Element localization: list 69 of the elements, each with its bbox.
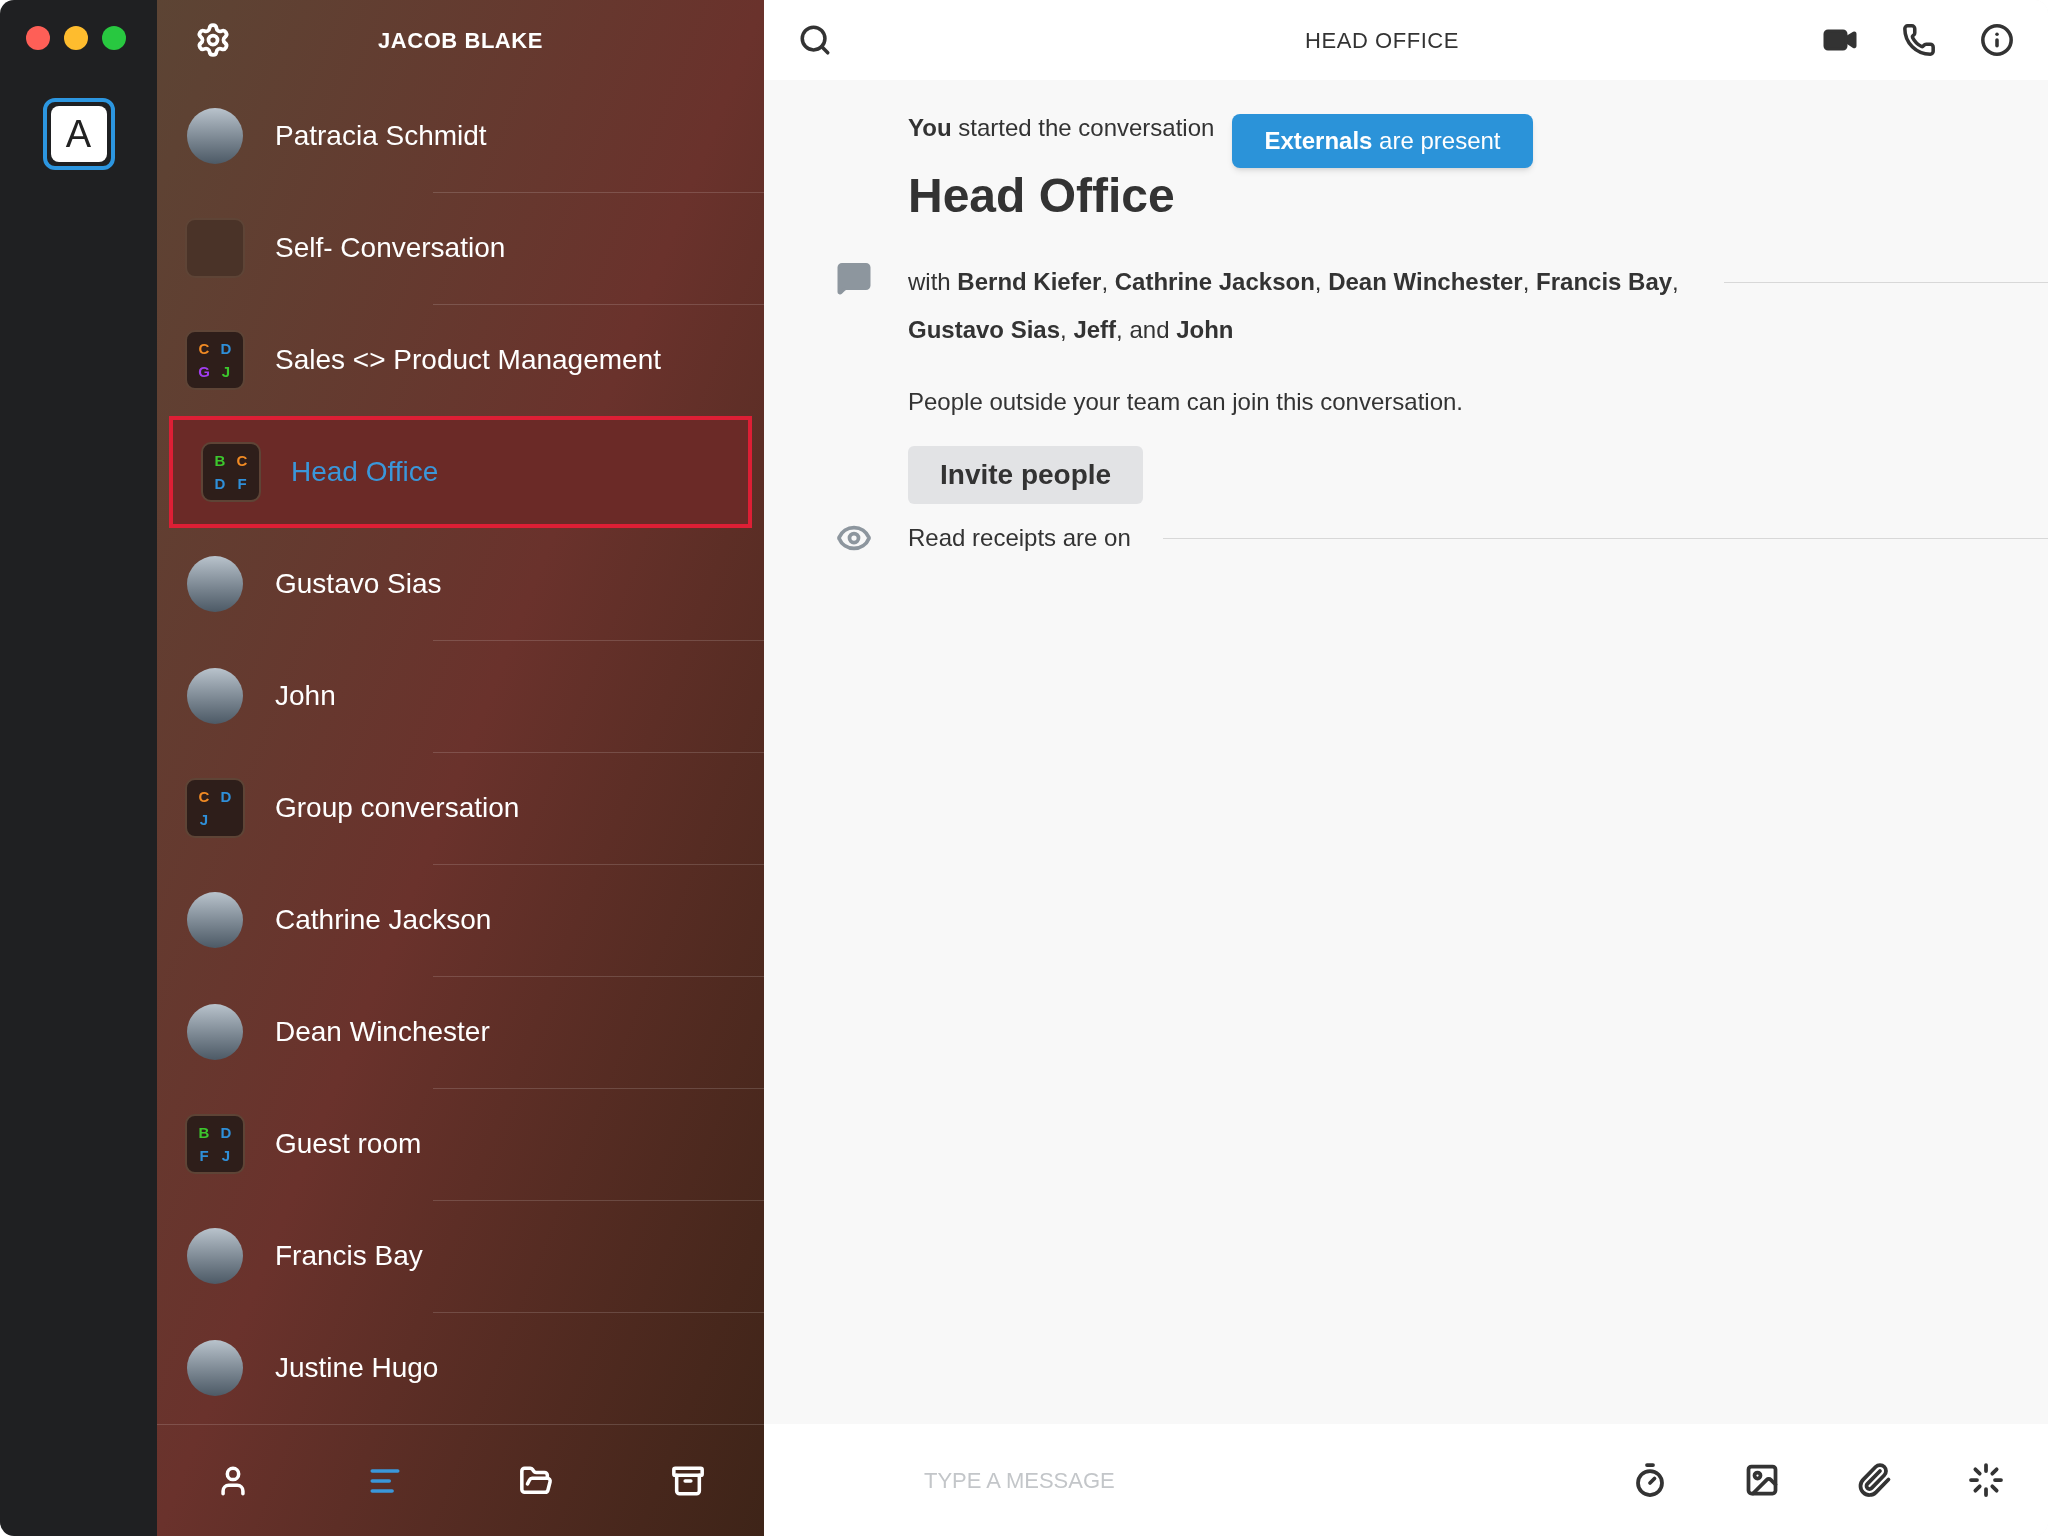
conversation-item[interactable]: C D G J Sales <> Product Management bbox=[157, 304, 764, 416]
avatar-photo-placeholder bbox=[187, 556, 243, 612]
conversation-item[interactable]: Gustavo Sias bbox=[157, 528, 764, 640]
guest-notice: People outside your team can join this conversation. bbox=[908, 387, 1464, 417]
conversation-name: Francis Bay bbox=[275, 1239, 423, 1273]
avatar-initial: B bbox=[198, 1123, 210, 1143]
conversation-start-text: You started the conversation bbox=[908, 113, 1215, 143]
avatar-initial: D bbox=[214, 473, 226, 494]
conversation-item[interactable]: Francis Bay bbox=[157, 1200, 764, 1312]
conversation-item[interactable]: Dean Winchester bbox=[157, 976, 764, 1088]
spinner-icon[interactable] bbox=[1968, 1462, 2004, 1498]
speech-bubble-icon bbox=[836, 260, 872, 296]
conversation-name: Guest room bbox=[275, 1127, 422, 1161]
conversation-name: Patracia Schmidt bbox=[275, 119, 487, 153]
read-receipts-text: Read receipts are on bbox=[908, 523, 1131, 553]
avatar-photo-placeholder bbox=[187, 892, 243, 948]
archive-icon[interactable] bbox=[671, 1463, 706, 1498]
conversation-item[interactable]: C D J Group conversation bbox=[157, 752, 764, 864]
phone-icon[interactable] bbox=[1902, 23, 1936, 57]
user-name: JACOB BLAKE bbox=[377, 26, 544, 55]
avatar-initial: G bbox=[198, 361, 210, 382]
avatar-initial: J bbox=[221, 361, 231, 382]
avatar-initial: F bbox=[237, 473, 247, 494]
close-window-icon[interactable] bbox=[26, 26, 50, 50]
avatar-photo-placeholder bbox=[187, 1228, 243, 1284]
conversation-name: Head Office bbox=[291, 455, 439, 489]
avatar-initial: D bbox=[220, 339, 232, 359]
conversation-item[interactable]: Cathrine Jackson bbox=[157, 864, 764, 976]
settings-icon[interactable] bbox=[195, 22, 231, 58]
conversation-name: Sales <> Product Management bbox=[275, 343, 661, 377]
avatar-initial: J bbox=[221, 1145, 231, 1166]
conversation-item[interactable]: B D F J Guest room bbox=[157, 1088, 764, 1200]
participants-text: with Bernd Kiefer, Cathrine Jackson, Dean Winchester, Francis Bay, Gustavo Sias, Jeff, and John bbox=[908, 267, 1680, 345]
conversation-name: Justine Hugo bbox=[275, 1351, 439, 1385]
conversation-title: HEAD OFFICE bbox=[1304, 26, 1460, 55]
avatar-photo-placeholder bbox=[187, 108, 243, 164]
conversation-name: Group conversation bbox=[275, 791, 520, 825]
message-input[interactable]: TYPE A MESSAGE bbox=[924, 1463, 1632, 1497]
image-icon[interactable] bbox=[1744, 1462, 1780, 1498]
avatar-initial: C bbox=[198, 339, 210, 359]
conversation-name: Cathrine Jackson bbox=[275, 903, 492, 937]
conversation-name: Self- Conversation bbox=[275, 231, 506, 265]
invite-people-button[interactable]: Invite people bbox=[908, 446, 1144, 504]
avatar-initial: D bbox=[220, 1123, 232, 1143]
conversation-item[interactable]: Self- Conversation bbox=[157, 192, 764, 304]
avatar-initial: B bbox=[214, 451, 226, 471]
avatar-photo-placeholder bbox=[187, 1004, 243, 1060]
conversation-name: Gustavo Sias bbox=[275, 567, 442, 601]
conversation-heading: Head Office bbox=[908, 168, 1176, 224]
avatar-photo-placeholder bbox=[187, 1340, 243, 1396]
avatar-initial: F bbox=[199, 1145, 209, 1166]
avatar-photo-placeholder bbox=[187, 668, 243, 724]
paperclip-icon[interactable] bbox=[1856, 1462, 1892, 1498]
conversation-name: John bbox=[275, 679, 336, 713]
conversation-item[interactable]: B C D F Head Office bbox=[169, 416, 752, 528]
avatar-initial: D bbox=[220, 787, 232, 807]
conversation-item[interactable]: Patracia Schmidt bbox=[157, 80, 764, 192]
maximize-window-icon[interactable] bbox=[102, 26, 126, 50]
info-icon[interactable] bbox=[1980, 23, 2014, 57]
avatar-initial: J bbox=[199, 809, 209, 830]
minimize-window-icon[interactable] bbox=[64, 26, 88, 50]
account-button[interactable]: A bbox=[42, 98, 115, 170]
conversation-item[interactable]: John bbox=[157, 640, 764, 752]
avatar-initial: C bbox=[236, 451, 248, 471]
conversation-name: Dean Winchester bbox=[275, 1015, 490, 1049]
conversation-item[interactable]: Justine Hugo bbox=[157, 1312, 764, 1424]
avatar-initial: C bbox=[198, 787, 210, 807]
externals-present-badge: Externals are present bbox=[1232, 114, 1533, 168]
search-icon[interactable] bbox=[798, 23, 832, 57]
